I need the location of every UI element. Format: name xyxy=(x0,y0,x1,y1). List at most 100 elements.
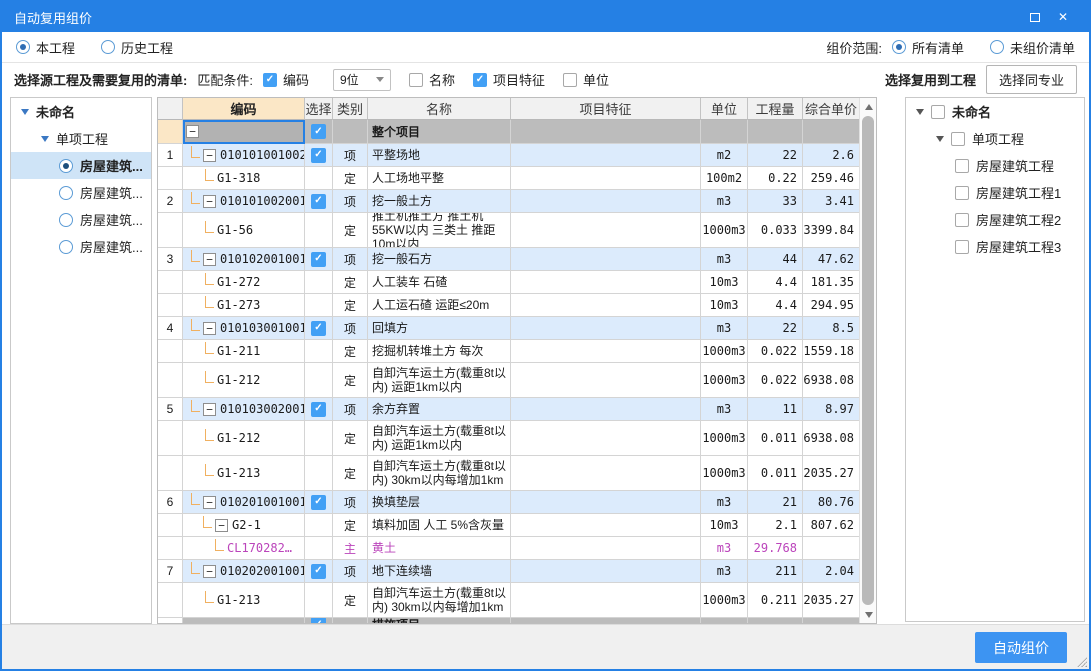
code-cell[interactable]: −G1-211 xyxy=(183,340,305,363)
feature-cell[interactable] xyxy=(511,398,701,421)
select-cell[interactable] xyxy=(305,363,333,398)
collapse-icon[interactable]: − xyxy=(203,195,216,208)
code-cell[interactable]: −G1-212 xyxy=(183,363,305,398)
checkbox-feature[interactable]: 项目特征 xyxy=(473,70,545,89)
left-tree-group[interactable]: 单项工程 xyxy=(11,125,151,152)
name-cell[interactable]: 人工运石碴 运距≤20m xyxy=(368,294,511,317)
table-row[interactable]: −G1-211 定 挖掘机转堆土方 每次 1000m3 0.022 1559.1… xyxy=(158,340,859,363)
col-feature-header[interactable]: 项目特征 xyxy=(511,98,701,120)
code-cell[interactable]: −G1-318 xyxy=(183,167,305,190)
feature-cell[interactable] xyxy=(511,514,701,537)
select-cell[interactable] xyxy=(305,491,333,514)
name-cell[interactable]: 人工装车 石碴 xyxy=(368,271,511,294)
feature-cell[interactable] xyxy=(511,294,701,317)
select-cell[interactable] xyxy=(305,537,333,560)
checkbox-name[interactable]: 名称 xyxy=(409,70,455,89)
table-row[interactable]: −G1-212 定 自卸汽车运土方(载重8t以内) 运距1km以内 1000m3… xyxy=(158,421,859,456)
code-digits-dropdown[interactable]: 9位 xyxy=(333,69,391,91)
select-cell[interactable] xyxy=(305,120,333,144)
name-cell[interactable]: 换填垫层 xyxy=(368,491,511,514)
collapse-icon[interactable]: − xyxy=(215,519,228,532)
checkbox-icon[interactable] xyxy=(955,213,969,227)
name-cell[interactable]: 地下连续墙 xyxy=(368,560,511,583)
name-cell[interactable]: 挖一般石方 xyxy=(368,248,511,271)
code-cell[interactable]: −CL170282… xyxy=(183,537,305,560)
code-cell[interactable]: −010102001001 xyxy=(183,248,305,271)
table-row[interactable]: −G1-213 定 自卸汽车运土方(载重8t以内) 30km以内每增加1km 1… xyxy=(158,456,859,491)
select-cell[interactable] xyxy=(305,248,333,271)
right-tree-root[interactable]: 未命名 xyxy=(906,98,1084,125)
code-cell[interactable]: −010103001001 xyxy=(183,317,305,340)
collapse-icon[interactable]: − xyxy=(203,565,216,578)
select-cell[interactable] xyxy=(305,213,333,248)
left-tree-item[interactable]: 房屋建筑... xyxy=(11,233,151,260)
right-tree-item[interactable]: 房屋建筑工程3 xyxy=(906,233,1084,260)
checkbox-icon[interactable] xyxy=(311,564,326,579)
name-cell[interactable]: 推土机推土方 推土机55KW以内 三类土 推距10m以内 xyxy=(368,213,511,248)
left-tree-root[interactable]: 未命名 xyxy=(11,98,151,125)
feature-cell[interactable] xyxy=(511,248,701,271)
feature-cell[interactable] xyxy=(511,120,701,144)
collapse-icon[interactable]: − xyxy=(203,149,216,162)
table-row[interactable]: −G2-1 定 填料加固 人工 5%含灰量 10m3 2.1 807.62 xyxy=(158,514,859,537)
select-cell[interactable] xyxy=(305,294,333,317)
select-cell[interactable] xyxy=(305,560,333,583)
checkbox-icon[interactable] xyxy=(955,240,969,254)
select-cell[interactable] xyxy=(305,190,333,213)
code-cell[interactable]: −G1-273 xyxy=(183,294,305,317)
select-cell[interactable] xyxy=(305,583,333,618)
checkbox-icon[interactable] xyxy=(311,402,326,417)
left-tree-item[interactable]: 房屋建筑... xyxy=(11,179,151,206)
collapse-icon[interactable]: − xyxy=(186,125,199,138)
table-row[interactable]: 1 −010101001002 项 平整场地 m2 22 2.6 xyxy=(158,144,859,167)
checkbox-icon[interactable] xyxy=(931,105,945,119)
name-cell[interactable]: 黄土 xyxy=(368,537,511,560)
name-cell[interactable]: 回填方 xyxy=(368,317,511,340)
chevron-expanded-icon[interactable] xyxy=(41,136,49,142)
feature-cell[interactable] xyxy=(511,167,701,190)
name-cell[interactable]: 自卸汽车运土方(载重8t以内) 30km以内每增加1km xyxy=(368,456,511,491)
code-cell[interactable]: −010101002001 xyxy=(183,190,305,213)
checkbox-unit[interactable]: 单位 xyxy=(563,70,609,89)
code-cell[interactable]: −010201001001 xyxy=(183,491,305,514)
maximize-button[interactable] xyxy=(1021,6,1049,28)
feature-cell[interactable] xyxy=(511,560,701,583)
feature-cell[interactable] xyxy=(511,537,701,560)
collapse-icon[interactable]: − xyxy=(203,496,216,509)
checkbox-icon[interactable] xyxy=(311,495,326,510)
col-name-header[interactable]: 名称 xyxy=(368,98,511,120)
feature-cell[interactable] xyxy=(511,363,701,398)
checkbox-icon[interactable] xyxy=(311,124,326,139)
code-cell[interactable]: −010103002001 xyxy=(183,398,305,421)
code-cell[interactable]: −G1-212 xyxy=(183,421,305,456)
chevron-expanded-icon[interactable] xyxy=(916,109,924,115)
col-category-header[interactable]: 类别 xyxy=(333,98,368,120)
table-row[interactable]: −G1-212 定 自卸汽车运土方(载重8t以内) 运距1km以内 1000m3… xyxy=(158,363,859,398)
left-tree-item[interactable]: 房屋建筑... xyxy=(11,152,151,179)
radio-icon[interactable] xyxy=(59,186,73,200)
table-row[interactable]: 7 −010202001001 项 地下连续墙 m3 211 2.04 xyxy=(158,560,859,583)
resize-grip[interactable] xyxy=(1077,657,1087,667)
table-row[interactable]: 6 −010201001001 项 换填垫层 m3 21 80.76 xyxy=(158,491,859,514)
select-cell[interactable] xyxy=(305,317,333,340)
col-select-header[interactable]: 选择 xyxy=(305,98,333,120)
feature-cell[interactable] xyxy=(511,456,701,491)
feature-cell[interactable] xyxy=(511,317,701,340)
table-row[interactable]: −G1-273 定 人工运石碴 运距≤20m 10m3 4.4 294.95 xyxy=(158,294,859,317)
table-row[interactable]: − 措施项目 xyxy=(158,618,859,623)
feature-cell[interactable] xyxy=(511,271,701,294)
scroll-up-icon[interactable] xyxy=(860,98,877,115)
name-cell[interactable]: 自卸汽车运土方(载重8t以内) 运距1km以内 xyxy=(368,363,511,398)
checkbox-icon[interactable] xyxy=(311,618,326,623)
table-row[interactable]: −CL170282… 主 黄土 m3 29.768 xyxy=(158,537,859,560)
table-row[interactable]: 5 −010103002001 项 余方弃置 m3 11 8.97 xyxy=(158,398,859,421)
table-row[interactable]: −G1-318 定 人工场地平整 100m2 0.22 259.46 xyxy=(158,167,859,190)
scroll-down-icon[interactable] xyxy=(860,606,877,623)
collapse-icon[interactable]: − xyxy=(203,322,216,335)
same-major-button[interactable]: 选择同专业 xyxy=(986,65,1077,94)
close-button[interactable]: ✕ xyxy=(1049,6,1077,28)
radio-icon[interactable] xyxy=(59,213,73,227)
col-code-header[interactable]: 编码 xyxy=(183,98,305,120)
code-cell[interactable]: −G1-56 xyxy=(183,213,305,248)
left-tree-item[interactable]: 房屋建筑... xyxy=(11,206,151,233)
